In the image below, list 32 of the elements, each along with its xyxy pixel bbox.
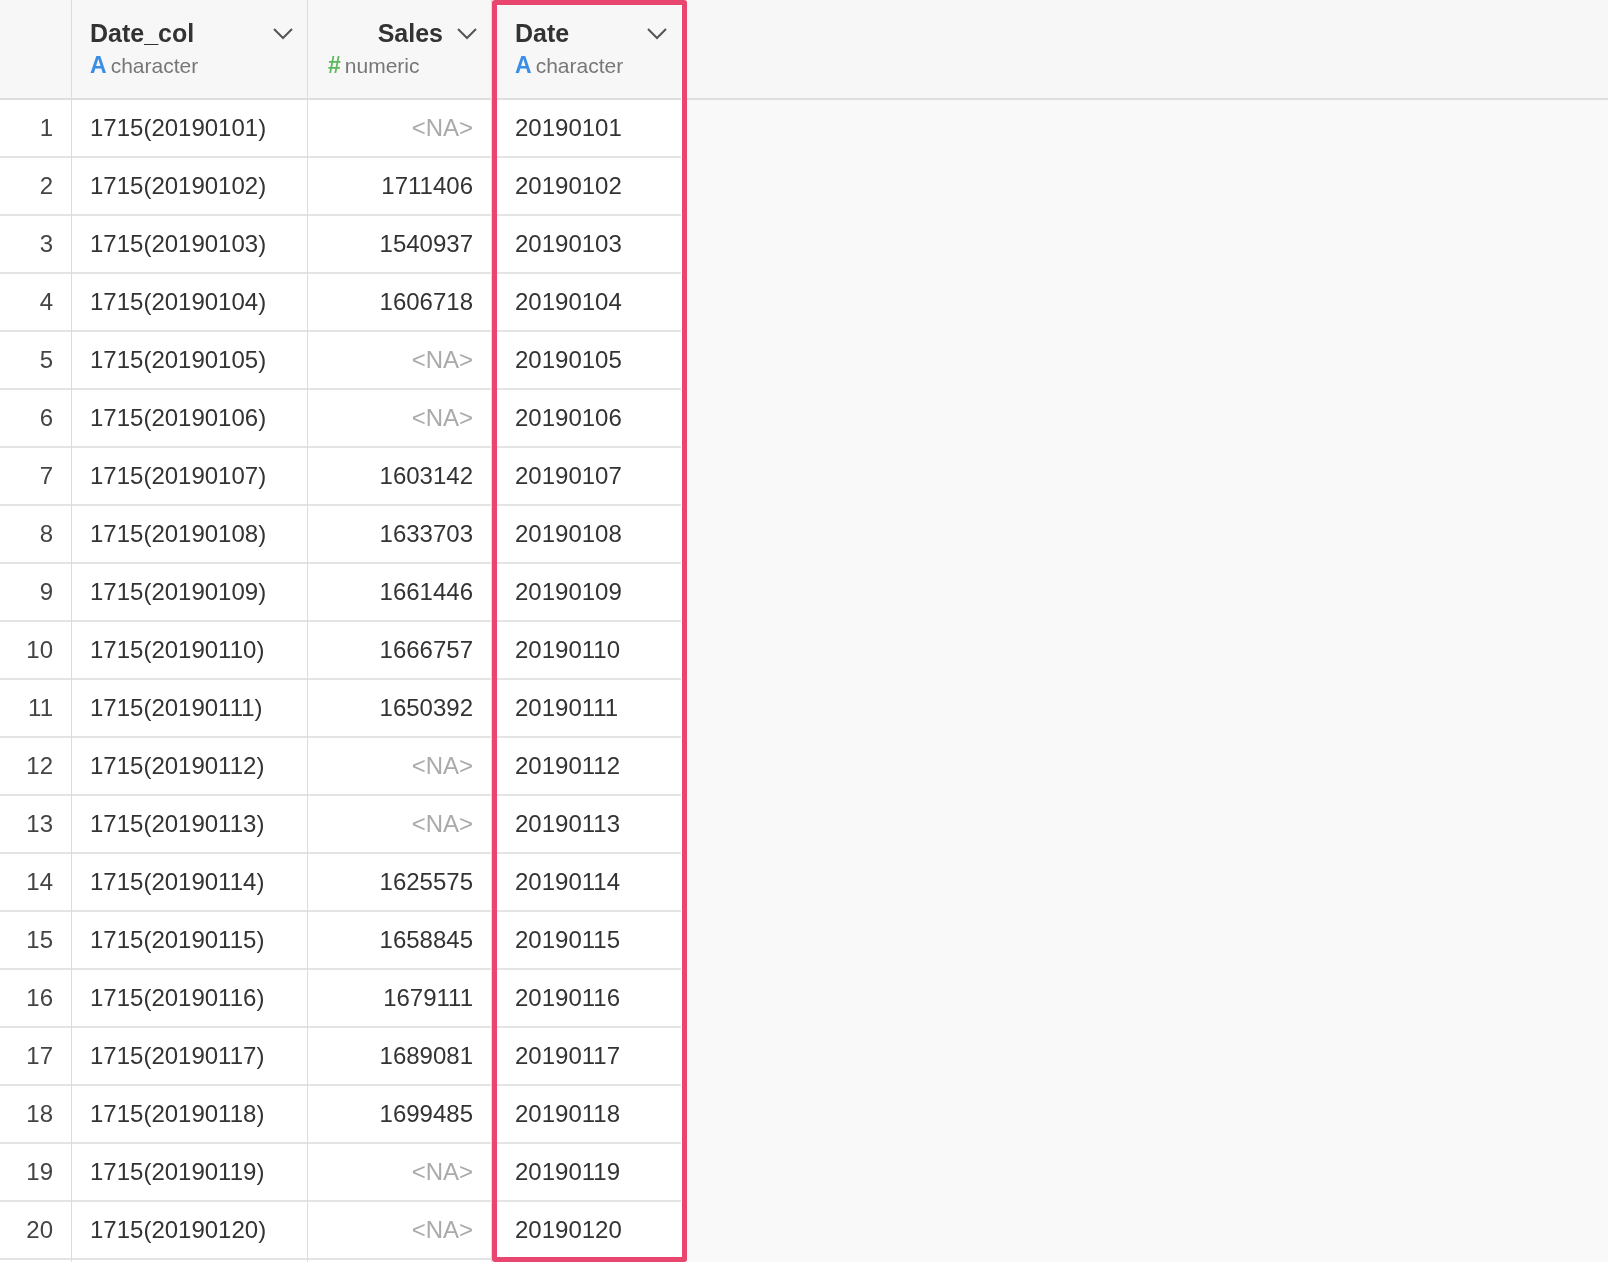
column-type: character	[110, 53, 199, 78]
table-cell: 20190109	[497, 564, 681, 622]
table-cell: 20190101	[497, 100, 681, 158]
table-cell: 20190111	[497, 680, 681, 738]
table-cell: 20190104	[497, 274, 681, 332]
table-cell: 20190119	[497, 1144, 681, 1202]
table-cell: 20190107	[497, 448, 681, 506]
type-icon: #	[328, 52, 341, 79]
table-cell: 20190113	[497, 796, 681, 854]
table-cell: 20190108	[497, 506, 681, 564]
chevron-down-icon[interactable]	[273, 27, 293, 40]
table-cell: 20190118	[497, 1086, 681, 1144]
table-cell: 20190120	[497, 1202, 681, 1260]
table-cell: 20190116	[497, 970, 681, 1028]
table-cell: 20190112	[497, 738, 681, 796]
table-cell: 20190115	[497, 912, 681, 970]
column-name: Sales	[377, 19, 443, 48]
table-cell: 20190114	[497, 854, 681, 912]
table-cell: 20190102	[497, 158, 681, 216]
chevron-down-icon[interactable]	[647, 27, 667, 40]
table-cell: 20190110	[497, 622, 681, 680]
column-type: character	[535, 53, 624, 78]
table-cell: 20190117	[497, 1028, 681, 1086]
type-icon: A	[515, 52, 532, 79]
table-cell: 20190106	[497, 390, 681, 448]
column-name: Date_col	[90, 19, 195, 48]
column-type: numeric	[344, 53, 420, 78]
column-name: Date	[515, 19, 570, 48]
type-icon: A	[90, 52, 107, 79]
table-cell: 20190103	[497, 216, 681, 274]
chevron-down-icon[interactable]	[457, 27, 477, 40]
table-cell: 20190105	[497, 332, 681, 390]
